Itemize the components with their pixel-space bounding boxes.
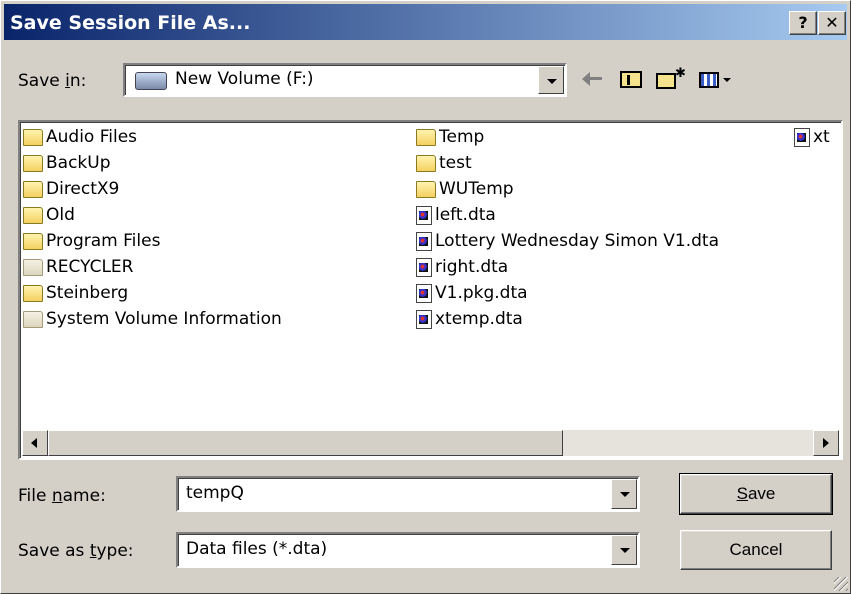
folder-icon — [23, 180, 43, 198]
file-list[interactable]: Audio Files BackUp DirectX9 Old Program … — [18, 120, 843, 460]
save-button[interactable]: Save — [679, 473, 833, 515]
list-item[interactable]: WUTemp — [416, 177, 514, 201]
list-item[interactable]: RECYCLER — [23, 255, 133, 279]
folder-icon — [23, 284, 43, 302]
system-folder-icon — [23, 310, 43, 328]
file-name-value: tempQ — [186, 483, 244, 503]
save-in-value: New Volume (F:) — [175, 69, 314, 89]
dta-file-icon — [416, 283, 432, 303]
horizontal-scrollbar[interactable] — [22, 430, 839, 456]
dta-file-icon — [416, 309, 432, 329]
list-item[interactable]: xt — [794, 125, 830, 149]
folder-icon — [23, 154, 43, 172]
list-item[interactable]: Temp — [416, 125, 484, 149]
save-dialog: Save Session File As... ? ✕ Save in: New… — [0, 0, 851, 594]
file-name-label: File name: — [18, 486, 106, 506]
save-in-dropdown-button[interactable] — [538, 66, 564, 94]
save-as-type-value: Data files (*.dta) — [186, 539, 328, 559]
scroll-left-button[interactable] — [22, 430, 48, 456]
dta-file-icon — [794, 127, 810, 147]
title-bar[interactable]: Save Session File As... ? ✕ — [4, 4, 847, 40]
hard-drive-icon — [135, 72, 167, 90]
chevron-left-icon — [31, 438, 37, 448]
close-button[interactable]: ✕ — [818, 11, 846, 35]
cancel-button[interactable]: Cancel — [680, 530, 832, 570]
back-arrow-icon[interactable] — [582, 66, 606, 92]
scroll-thumb[interactable] — [48, 430, 563, 456]
folder-icon — [416, 128, 436, 146]
list-item[interactable]: test — [416, 151, 472, 175]
dta-file-icon — [416, 257, 432, 277]
list-item[interactable]: xtemp.dta — [416, 307, 523, 331]
folder-icon — [416, 154, 436, 172]
list-item[interactable]: BackUp — [23, 151, 111, 175]
save-as-type-dropdown-button[interactable] — [611, 535, 637, 565]
dta-file-icon — [416, 205, 432, 225]
list-item[interactable]: Old — [23, 203, 75, 227]
file-name-input[interactable]: tempQ — [176, 476, 640, 512]
resize-grip-icon[interactable] — [834, 577, 848, 591]
dialog-title: Save Session File As... — [10, 12, 251, 34]
list-item[interactable]: left.dta — [416, 203, 496, 227]
list-item[interactable]: Lottery Wednesday Simon V1.dta — [416, 229, 719, 253]
folder-icon — [416, 180, 436, 198]
up-folder-icon[interactable] — [619, 66, 645, 92]
dta-file-icon — [416, 231, 432, 251]
list-item[interactable]: DirectX9 — [23, 177, 119, 201]
view-menu-icon[interactable] — [697, 66, 735, 92]
save-in-combo[interactable]: New Volume (F:) — [123, 63, 567, 97]
save-in-label: Save in: — [18, 71, 87, 91]
save-as-type-label: Save as type: — [18, 541, 134, 561]
new-folder-icon[interactable]: ✱ — [655, 66, 686, 92]
list-item[interactable]: System Volume Information — [23, 307, 282, 331]
chevron-right-icon — [823, 438, 829, 448]
list-item[interactable]: Program Files — [23, 229, 160, 253]
list-item[interactable]: Steinberg — [23, 281, 128, 305]
folder-icon — [23, 232, 43, 250]
scroll-right-button[interactable] — [813, 430, 839, 456]
file-name-dropdown-button[interactable] — [611, 479, 637, 509]
system-folder-icon — [23, 258, 43, 276]
help-button[interactable]: ? — [789, 11, 817, 35]
list-item[interactable]: Audio Files — [23, 125, 137, 149]
list-item[interactable]: V1.pkg.dta — [416, 281, 528, 305]
save-as-type-select[interactable]: Data files (*.dta) — [176, 532, 640, 568]
folder-icon — [23, 206, 43, 224]
folder-icon — [23, 128, 43, 146]
list-item[interactable]: right.dta — [416, 255, 508, 279]
